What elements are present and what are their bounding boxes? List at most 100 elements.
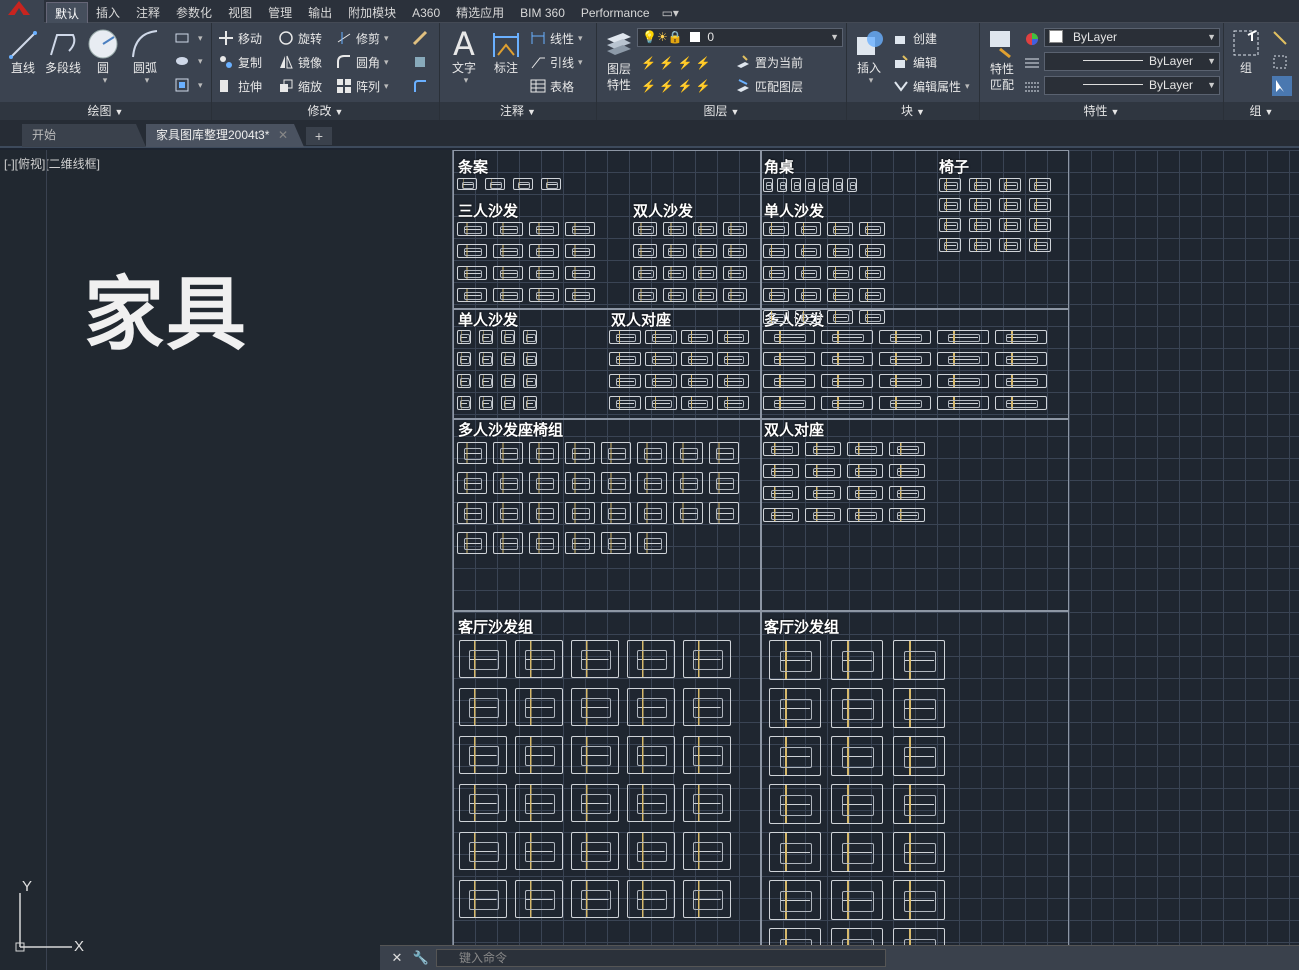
furniture-block-thumbnail[interactable] [479,352,493,366]
furniture-block-thumbnail[interactable] [795,266,821,280]
furniture-block-thumbnail[interactable] [501,352,515,366]
fillet-button[interactable]: 圆角 ▾ [336,52,389,72]
furniture-block-thumbnail[interactable] [693,266,717,280]
tab-insert[interactable]: 插入 [88,2,128,23]
furniture-block-thumbnail[interactable] [457,352,471,366]
command-input[interactable]: 键入命令 [436,949,886,967]
furniture-block-thumbnail[interactable] [459,688,507,726]
furniture-block-thumbnail[interactable] [879,352,931,366]
furniture-block-thumbnail[interactable] [493,222,523,236]
furniture-block-thumbnail[interactable] [457,502,487,524]
furniture-block-thumbnail[interactable] [609,352,641,366]
furniture-block-thumbnail[interactable] [879,396,931,410]
furniture-block-thumbnail[interactable] [627,832,675,870]
chevron-down-icon[interactable]: ▾ [129,75,165,86]
furniture-block-thumbnail[interactable] [501,374,515,388]
furniture-block-thumbnail[interactable] [459,736,507,774]
furniture-block-thumbnail[interactable] [763,310,789,324]
furniture-block-thumbnail[interactable] [529,222,559,236]
furniture-block-thumbnail[interactable] [609,374,641,388]
furniture-block-thumbnail[interactable] [969,198,991,212]
furniture-block-thumbnail[interactable] [859,244,885,258]
furniture-block-thumbnail[interactable] [457,266,487,280]
furniture-block-thumbnail[interactable] [627,784,675,822]
lineweight-dropdown[interactable]: ByLayer ▼ [1044,76,1220,95]
furniture-block-thumbnail[interactable] [893,880,945,920]
furniture-block-thumbnail[interactable] [457,374,471,388]
furniture-block-thumbnail[interactable] [683,784,731,822]
arc-button[interactable]: 圆弧 ▾ [125,27,165,86]
furniture-block-thumbnail[interactable] [763,442,799,456]
furniture-block-thumbnail[interactable] [763,222,789,236]
furniture-block-thumbnail[interactable] [493,266,523,280]
furniture-block-thumbnail[interactable] [663,222,687,236]
furniture-block-thumbnail[interactable] [763,178,773,192]
furniture-block-thumbnail[interactable] [645,396,677,410]
furniture-block-thumbnail[interactable] [633,288,657,302]
furniture-block-thumbnail[interactable] [673,472,703,494]
furniture-block-thumbnail[interactable] [995,330,1047,344]
furniture-block-thumbnail[interactable] [827,244,853,258]
furniture-block-thumbnail[interactable] [565,532,595,554]
furniture-block-thumbnail[interactable] [683,736,731,774]
furniture-block-thumbnail[interactable] [693,244,717,258]
furniture-block-thumbnail[interactable] [847,178,857,192]
furniture-block-thumbnail[interactable] [457,288,487,302]
furniture-block-thumbnail[interactable] [565,222,595,236]
furniture-block-thumbnail[interactable] [565,244,595,258]
furniture-block-thumbnail[interactable] [827,266,853,280]
explode-icon[interactable] [412,52,432,72]
furniture-block-thumbnail[interactable] [523,396,537,410]
furniture-block-thumbnail[interactable] [999,198,1021,212]
furniture-block-thumbnail[interactable] [683,880,731,918]
furniture-block-thumbnail[interactable] [673,442,703,464]
rectangle-icon[interactable]: ▾ [174,28,203,48]
furniture-block-thumbnail[interactable] [709,442,739,464]
rotate-button[interactable]: 旋转 [278,28,322,48]
furniture-block-thumbnail[interactable] [821,352,873,366]
edit-block-button[interactable]: 编辑 [893,52,937,72]
furniture-block-thumbnail[interactable] [723,244,747,258]
boundary-icon[interactable]: ▾ [174,75,203,95]
furniture-block-thumbnail[interactable] [1029,218,1051,232]
furniture-block-thumbnail[interactable] [795,222,821,236]
copy-button[interactable]: 复制 [218,52,262,72]
furniture-block-thumbnail[interactable] [633,222,657,236]
furniture-block-thumbnail[interactable] [805,178,815,192]
furniture-block-thumbnail[interactable] [571,784,619,822]
furniture-block-thumbnail[interactable] [693,222,717,236]
furniture-block-thumbnail[interactable] [529,266,559,280]
furniture-block-thumbnail[interactable] [831,688,883,728]
furniture-block-thumbnail[interactable] [601,532,631,554]
furniture-block-thumbnail[interactable] [459,880,507,918]
furniture-block-thumbnail[interactable] [831,784,883,824]
furniture-block-thumbnail[interactable] [969,218,991,232]
match-properties-button[interactable]: 特性匹配 [982,27,1022,93]
furniture-block-thumbnail[interactable] [493,442,523,464]
furniture-block-thumbnail[interactable] [995,396,1047,410]
furniture-block-thumbnail[interactable] [663,244,687,258]
furniture-block-thumbnail[interactable] [805,486,841,500]
furniture-block-thumbnail[interactable] [681,396,713,410]
furniture-block-thumbnail[interactable] [859,310,885,324]
furniture-block-thumbnail[interactable] [831,640,883,680]
furniture-block-thumbnail[interactable] [859,266,885,280]
furniture-block-thumbnail[interactable] [627,880,675,918]
furniture-block-thumbnail[interactable] [893,640,945,680]
group-select-icon[interactable] [1272,76,1292,96]
furniture-block-thumbnail[interactable] [601,472,631,494]
layer-tools-row2[interactable]: ⚡ ⚡ ⚡ ⚡ [641,76,711,96]
furniture-block-thumbnail[interactable] [1029,238,1051,252]
furniture-block-thumbnail[interactable] [571,736,619,774]
furniture-block-thumbnail[interactable] [937,352,989,366]
furniture-block-thumbnail[interactable] [609,396,641,410]
furniture-block-thumbnail[interactable] [565,442,595,464]
furniture-block-thumbnail[interactable] [717,396,749,410]
furniture-block-thumbnail[interactable] [515,784,563,822]
drawing-canvas[interactable]: [-][俯视][二维线框] 家具 条案 角桌 椅子 三人沙发 双人沙发 单人沙发… [0,150,1299,970]
furniture-block-thumbnail[interactable] [601,442,631,464]
furniture-block-thumbnail[interactable] [969,178,991,192]
furniture-block-thumbnail[interactable] [999,238,1021,252]
tab-view[interactable]: 视图 [220,2,260,23]
furniture-block-thumbnail[interactable] [515,688,563,726]
